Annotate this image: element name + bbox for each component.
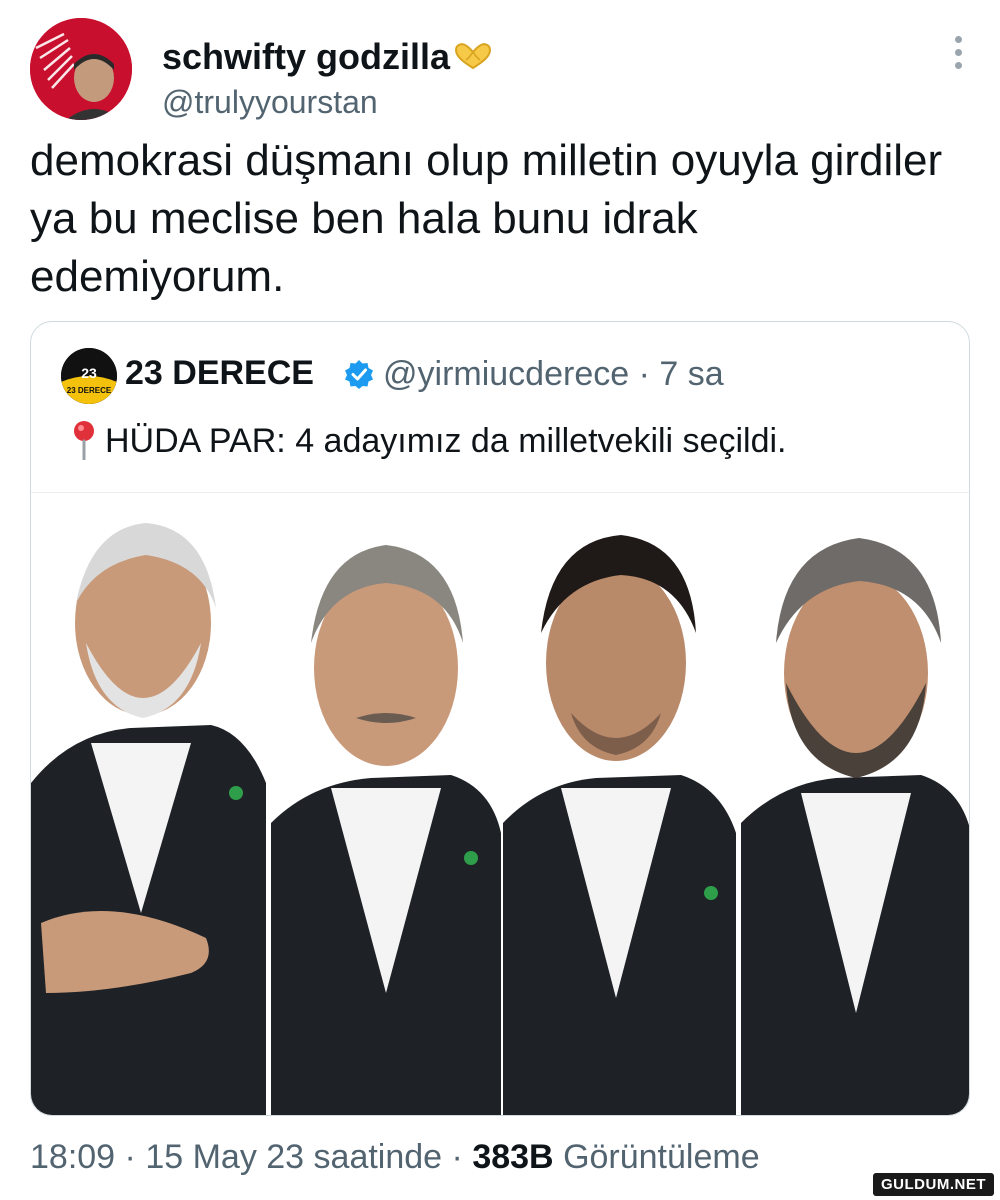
quoted-tweet[interactable]: 23 23 DERECE 23 DERECE @yirmiucderece · … xyxy=(30,321,970,1116)
quoted-text: HÜDA PAR: 4 adayımız da milletvekili seç… xyxy=(71,420,786,461)
round-pushpin-icon xyxy=(71,420,97,461)
views-count[interactable]: 383B xyxy=(472,1138,553,1176)
svg-text:23: 23 xyxy=(81,365,97,381)
watermark: GULDUM.NET xyxy=(873,1173,994,1196)
quoted-text-content: HÜDA PAR: 4 adayımız da milletvekili seç… xyxy=(105,422,787,460)
quoted-media-image[interactable] xyxy=(31,492,969,1115)
separator: · xyxy=(451,1138,463,1176)
more-options-icon[interactable] xyxy=(946,36,970,76)
heart-hands-icon xyxy=(452,39,494,70)
user-avatar[interactable] xyxy=(30,18,132,120)
tweet-time[interactable]: 18:09 xyxy=(30,1138,115,1176)
quoted-display-name[interactable]: 23 DERECE xyxy=(125,354,314,393)
tweet-header: schwifty godzilla @trulyyourstan xyxy=(30,18,970,121)
views-label: Görüntüleme xyxy=(563,1138,760,1176)
user-handle[interactable]: @trulyyourstan xyxy=(162,84,378,121)
verified-badge-icon xyxy=(344,359,374,389)
quoted-handle-time[interactable]: @yirmiucderece · 7 sa xyxy=(383,355,724,394)
tweet-meta: 18:09 · 15 May 23 saatinde · 383B Görünt… xyxy=(30,1138,760,1177)
tweet-text: demokrasi düşmanı olup milletin oyuyla g… xyxy=(30,136,943,301)
display-name[interactable]: schwifty godzilla xyxy=(162,36,494,78)
quoted-avatar[interactable]: 23 23 DERECE xyxy=(61,348,117,404)
quoted-avatar-label: 23 DERECE xyxy=(67,386,112,395)
display-name-text: schwifty godzilla xyxy=(162,36,451,77)
separator: · xyxy=(124,1138,136,1176)
tweet-date[interactable]: 15 May 23 saatinde xyxy=(145,1138,442,1176)
